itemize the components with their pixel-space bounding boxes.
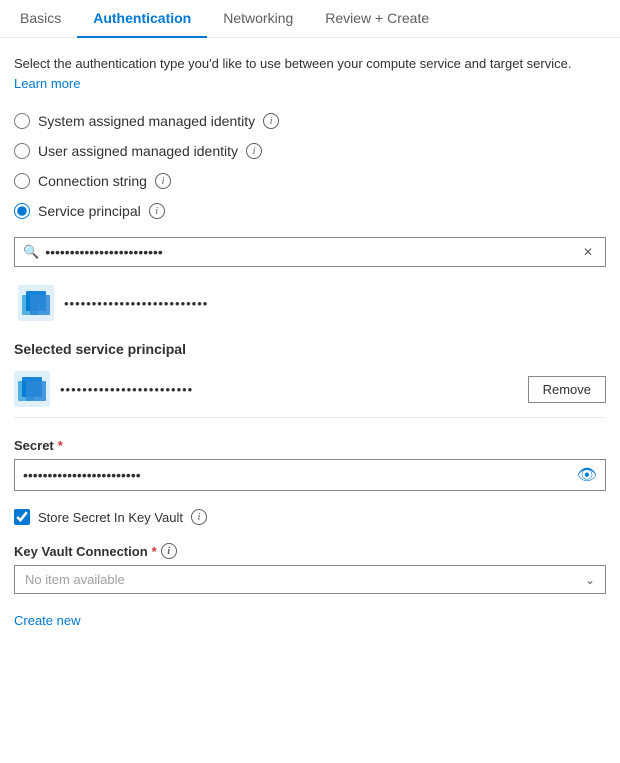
clear-search-icon[interactable]: ✕	[579, 243, 597, 261]
radio-user-assigned-input[interactable]	[14, 143, 30, 159]
radio-system-assigned-input[interactable]	[14, 113, 30, 129]
selected-service-principal-icon	[14, 371, 50, 407]
tab-basics[interactable]: Basics	[14, 0, 77, 38]
selected-principal-name: ••••••••••••••••••••••••	[60, 382, 518, 397]
key-vault-required-star: *	[152, 544, 157, 559]
tab-authentication[interactable]: Authentication	[77, 0, 207, 38]
system-assigned-info-icon[interactable]: i	[263, 113, 279, 129]
search-input[interactable]	[45, 244, 579, 260]
key-vault-info-icon[interactable]: i	[161, 543, 177, 559]
secret-label: Secret *	[14, 438, 606, 453]
main-content: Select the authentication type you'd lik…	[0, 38, 620, 648]
search-result-dots: ••••••••••••••••••••••••••	[64, 296, 208, 311]
store-secret-checkbox[interactable]	[14, 509, 30, 525]
radio-connection-string-input[interactable]	[14, 173, 30, 189]
user-assigned-info-icon[interactable]: i	[246, 143, 262, 159]
connection-string-info-icon[interactable]: i	[155, 173, 171, 189]
search-box[interactable]: 🔍 ✕	[14, 237, 606, 267]
secret-input[interactable]	[23, 467, 577, 483]
secret-field-section: Secret * 👁	[14, 438, 606, 491]
selected-section-title: Selected service principal	[14, 341, 606, 357]
tab-networking[interactable]: Networking	[207, 0, 309, 38]
learn-more-link[interactable]: Learn more	[14, 76, 80, 91]
radio-user-assigned-label: User assigned managed identity	[38, 143, 238, 159]
selected-principal-row: •••••••••••••••••••••••• Remove	[14, 371, 606, 418]
key-vault-dropdown[interactable]: No item available ⌄	[14, 565, 606, 594]
create-new-link[interactable]: Create new	[14, 613, 80, 628]
service-principal-info-icon[interactable]: i	[149, 203, 165, 219]
radio-user-assigned[interactable]: User assigned managed identity i	[14, 143, 606, 159]
radio-connection-string-label: Connection string	[38, 173, 147, 189]
key-vault-label: Key Vault Connection * i	[14, 543, 606, 559]
service-principal-icon	[18, 285, 54, 321]
store-secret-info-icon[interactable]: i	[191, 509, 207, 525]
radio-service-principal-label: Service principal	[38, 203, 141, 219]
tab-bar: Basics Authentication Networking Review …	[0, 0, 620, 38]
radio-service-principal-input[interactable]	[14, 203, 30, 219]
description-text: Select the authentication type you'd lik…	[14, 54, 606, 93]
key-vault-field-section: Key Vault Connection * i No item availab…	[14, 543, 606, 594]
remove-button[interactable]: Remove	[528, 376, 606, 403]
auth-type-radio-group: System assigned managed identity i User …	[14, 113, 606, 219]
store-secret-label: Store Secret In Key Vault	[38, 510, 183, 525]
chevron-down-icon: ⌄	[585, 573, 595, 587]
radio-service-principal[interactable]: Service principal i	[14, 203, 606, 219]
radio-system-assigned[interactable]: System assigned managed identity i	[14, 113, 606, 129]
secret-input-wrapper[interactable]: 👁	[14, 459, 606, 491]
search-result-item[interactable]: ••••••••••••••••••••••••••	[14, 279, 606, 327]
secret-required-star: *	[58, 438, 63, 453]
store-secret-row: Store Secret In Key Vault i	[14, 509, 606, 525]
radio-system-assigned-label: System assigned managed identity	[38, 113, 255, 129]
key-vault-dropdown-value: No item available	[25, 572, 585, 587]
toggle-password-icon[interactable]: 👁	[577, 465, 597, 485]
search-icon: 🔍	[23, 244, 39, 260]
tab-review-create[interactable]: Review + Create	[309, 0, 445, 38]
radio-connection-string[interactable]: Connection string i	[14, 173, 606, 189]
